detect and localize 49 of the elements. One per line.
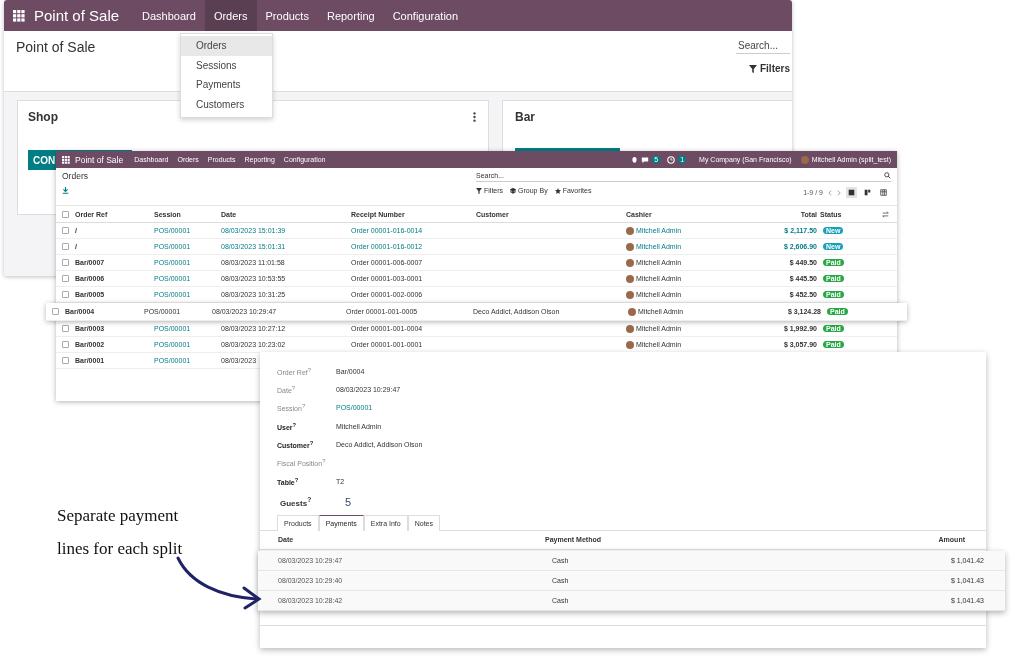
card-title: Shop xyxy=(28,110,58,124)
menu-item[interactable]: Reporting xyxy=(317,0,384,31)
column-settings-icon[interactable] xyxy=(882,211,889,218)
app-name: Point of Sale xyxy=(34,7,120,24)
checkbox[interactable] xyxy=(62,341,69,348)
checkbox[interactable] xyxy=(62,259,69,266)
layers-icon xyxy=(510,187,517,194)
filters-button[interactable]: Filters xyxy=(749,63,790,74)
pivot-view-icon[interactable] xyxy=(878,187,889,198)
checkbox[interactable] xyxy=(62,357,69,364)
chat-icon[interactable] xyxy=(641,155,650,164)
checkbox[interactable] xyxy=(62,210,69,218)
menu-item[interactable]: Configuration xyxy=(383,0,468,31)
filter-icon xyxy=(476,187,482,194)
previous-icon[interactable] xyxy=(828,189,832,196)
search-field[interactable]: Search... xyxy=(736,38,790,54)
field-value: 5 xyxy=(345,495,352,508)
dropdown-item[interactable]: Orders xyxy=(181,36,272,56)
page-title: Point of Sale xyxy=(16,39,96,57)
checkbox[interactable] xyxy=(52,308,59,315)
apps-menu-icon[interactable] xyxy=(62,155,70,164)
app-name: Point of Sale xyxy=(75,154,124,165)
avatar-icon xyxy=(800,155,809,164)
menu-item[interactable]: Orders xyxy=(204,0,257,31)
clock-icon[interactable] xyxy=(667,155,676,164)
kanban-view-icon[interactable] xyxy=(862,187,873,198)
annotation-text: lines for each split xyxy=(57,538,183,560)
dropdown-item[interactable]: Sessions xyxy=(181,55,272,75)
menu-item[interactable]: Products xyxy=(256,0,318,31)
checkbox[interactable] xyxy=(62,227,69,234)
checkbox[interactable] xyxy=(62,325,69,332)
search-icon[interactable] xyxy=(884,172,891,179)
apps-menu-icon[interactable] xyxy=(13,9,25,22)
annotation-text: Separate payment xyxy=(57,505,180,527)
dropdown-item[interactable]: Payments xyxy=(181,75,272,95)
next-icon[interactable] xyxy=(837,189,841,196)
card-title: Bar xyxy=(515,110,535,124)
checkbox[interactable] xyxy=(62,275,69,282)
field-label: Guests$^{?}$ xyxy=(280,495,313,508)
kebab-menu-icon[interactable] xyxy=(473,112,476,122)
checkbox[interactable] xyxy=(62,243,69,250)
list-view-icon[interactable] xyxy=(846,187,857,198)
page-title: Orders xyxy=(62,171,89,181)
filter-icon xyxy=(749,64,757,73)
download-icon[interactable] xyxy=(62,187,69,194)
dropdown-item[interactable]: Customers xyxy=(181,94,272,114)
menu-item[interactable]: Dashboard xyxy=(133,0,205,31)
checkbox[interactable] xyxy=(62,291,69,298)
star-icon xyxy=(554,187,561,194)
